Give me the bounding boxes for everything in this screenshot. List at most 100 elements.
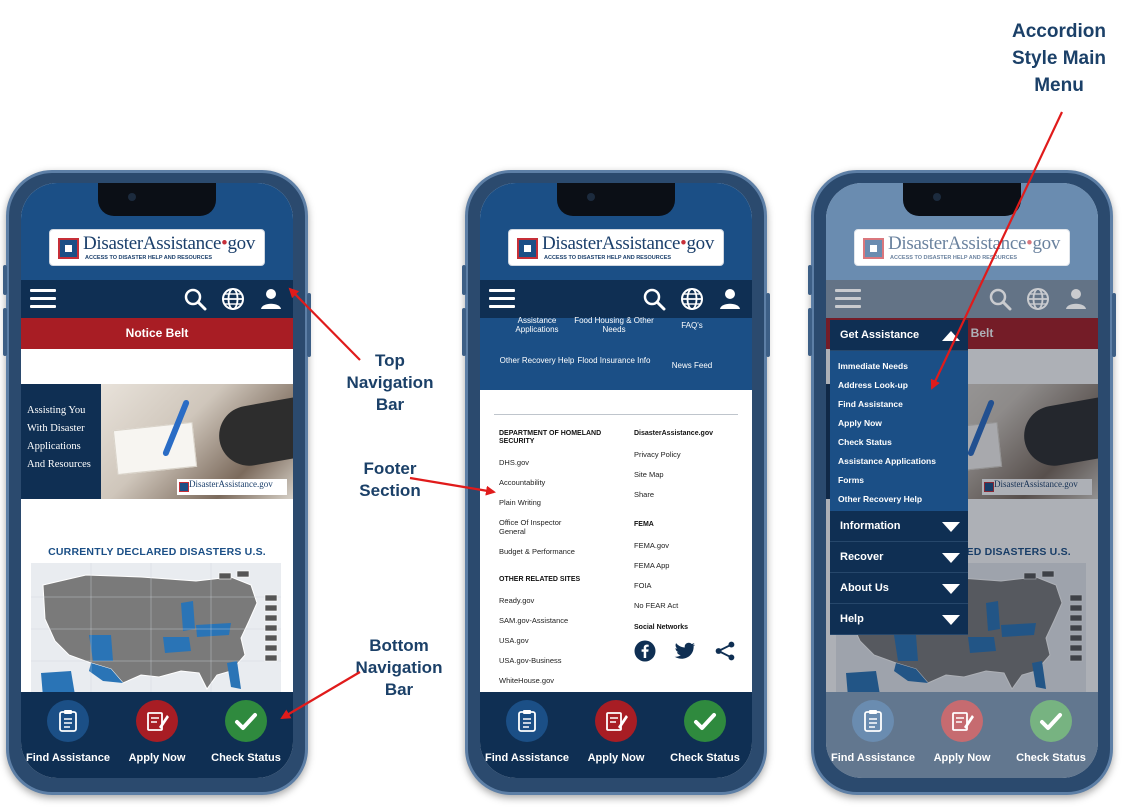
footer-link[interactable]: DHS.gov bbox=[499, 458, 604, 467]
accordion-main-menu: Get Assistance Immediate Needs Address L… bbox=[830, 320, 968, 635]
phone-home: DisasterAssistance•gov ACCESS TO DISASTE… bbox=[3, 170, 311, 795]
phone-side-button bbox=[462, 265, 466, 295]
phone-footer: DisasterAssistance•gov ACCESS TO DISASTE… bbox=[462, 170, 770, 795]
quick-link-other-recovery-help[interactable]: Other Recovery Help bbox=[497, 356, 577, 365]
quick-link-faqs[interactable]: FAQ's bbox=[652, 321, 732, 330]
submenu-item-other-recovery-help[interactable]: Other Recovery Help bbox=[830, 490, 968, 509]
menu-section-about-us[interactable]: About Us bbox=[830, 573, 968, 604]
footer-link[interactable]: Site Map bbox=[634, 470, 744, 479]
expand-arrow-icon bbox=[942, 584, 960, 594]
callout-footer-section: Footer Section bbox=[359, 459, 421, 500]
quick-link-flood-insurance[interactable]: Flood Insurance Info bbox=[574, 356, 654, 365]
footer-link[interactable]: FEMA.gov bbox=[634, 541, 744, 550]
phone-side-button bbox=[307, 293, 311, 357]
footer-link[interactable]: Plain Writing bbox=[499, 498, 604, 507]
footer-link[interactable]: Privacy Policy bbox=[634, 450, 744, 459]
phone-notch bbox=[557, 183, 675, 216]
related-sites-heading: OTHER RELATED SITES bbox=[499, 576, 581, 583]
quick-links-grid: Assistance Applications Food Housing & O… bbox=[480, 316, 752, 390]
form-pen-icon bbox=[595, 700, 637, 742]
footer-link[interactable]: FOIA bbox=[634, 581, 744, 590]
expand-arrow-icon bbox=[942, 615, 960, 625]
top-navigation-bar bbox=[21, 280, 293, 318]
footer-link[interactable]: Budget & Performance bbox=[499, 547, 604, 556]
submenu-item-find-assistance[interactable]: Find Assistance bbox=[830, 395, 968, 414]
share-icon[interactable] bbox=[714, 640, 736, 662]
social-heading: Social Networks bbox=[634, 624, 689, 631]
bottom-navigation-bar: Find Assistance Apply Now Check Status bbox=[21, 692, 293, 778]
clipboard-icon bbox=[506, 700, 548, 742]
menu-section-information[interactable]: Information bbox=[830, 511, 968, 542]
footer-link[interactable]: WhiteHouse.gov bbox=[499, 676, 604, 685]
menu-section-recover[interactable]: Recover bbox=[830, 542, 968, 573]
find-assistance-button[interactable]: Find Assistance bbox=[23, 700, 113, 764]
clipboard-icon bbox=[47, 700, 89, 742]
facebook-icon[interactable] bbox=[634, 640, 656, 662]
phone-side-button bbox=[808, 265, 812, 295]
logo-mark-icon bbox=[517, 238, 538, 259]
collapse-arrow-icon bbox=[942, 331, 960, 341]
notice-belt[interactable]: Notice Belt bbox=[21, 318, 293, 349]
phone-side-button bbox=[462, 308, 466, 356]
footer-section: DEPARTMENT OF HOMELAND SECURITY DHS.gov … bbox=[480, 390, 752, 692]
checkmark-icon bbox=[684, 700, 726, 742]
submenu-item-assistance-applications[interactable]: Assistance Applications bbox=[830, 452, 968, 471]
check-status-button[interactable]: Check Status bbox=[660, 700, 750, 764]
search-icon[interactable] bbox=[183, 287, 207, 311]
quick-link-assistance-applications[interactable]: Assistance Applications bbox=[497, 316, 577, 334]
footer-link[interactable]: Office Of Inspector General bbox=[499, 518, 579, 536]
phone-side-button bbox=[1112, 293, 1116, 357]
dhs-heading: DEPARTMENT OF HOMELAND SECURITY bbox=[499, 430, 602, 445]
hamburger-menu-icon[interactable] bbox=[30, 289, 56, 309]
footer-link[interactable]: Share bbox=[634, 490, 744, 499]
submenu-item-immediate-needs[interactable]: Immediate Needs bbox=[830, 357, 968, 376]
us-disaster-map[interactable] bbox=[31, 563, 281, 698]
apply-now-button[interactable]: Apply Now bbox=[571, 700, 661, 764]
phone-side-button bbox=[808, 308, 812, 356]
footer-link[interactable]: No FEAR Act bbox=[634, 601, 744, 610]
footer-link[interactable]: USA.gov bbox=[499, 636, 604, 645]
phone-notch bbox=[98, 183, 216, 216]
menu-section-help[interactable]: Help bbox=[830, 604, 968, 635]
check-status-button[interactable]: Check Status bbox=[201, 700, 291, 764]
footer-link[interactable]: Accountability bbox=[499, 478, 604, 487]
submenu-item-address-lookup[interactable]: Address Look-up bbox=[830, 376, 968, 395]
phone-screen: DisasterAssistance•gov ACCESS TO DISASTE… bbox=[826, 183, 1098, 778]
user-icon[interactable] bbox=[718, 287, 742, 311]
hero-banner[interactable]: Assisting YouWith DisasterApplicationsAn… bbox=[21, 384, 293, 499]
site-logo[interactable]: DisasterAssistance•gov ACCESS TO DISASTE… bbox=[508, 229, 724, 266]
globe-icon[interactable] bbox=[680, 287, 704, 311]
logo-name: DisasterAssistance•gov bbox=[542, 233, 715, 254]
logo-tagline: ACCESS TO DISASTER HELP AND RESOURCES bbox=[544, 255, 672, 261]
callout-accordion-menu: Accordion Style Main Menu bbox=[1012, 21, 1106, 96]
footer-link[interactable]: USA.gov-Business bbox=[499, 656, 604, 665]
hamburger-menu-icon[interactable] bbox=[489, 289, 515, 309]
submenu-item-check-status[interactable]: Check Status bbox=[830, 433, 968, 452]
footer-link[interactable]: FEMA App bbox=[634, 561, 744, 570]
bottom-navigation-bar: Find Assistance Apply Now Check Status bbox=[480, 692, 752, 778]
site-logo[interactable]: DisasterAssistance•gov ACCESS TO DISASTE… bbox=[49, 229, 265, 266]
footer-column-left: DEPARTMENT OF HOMELAND SECURITY DHS.gov … bbox=[499, 430, 604, 696]
submenu-item-forms[interactable]: Forms bbox=[830, 471, 968, 490]
top-navigation-bar bbox=[480, 280, 752, 318]
phone-screen: DisasterAssistance•gov ACCESS TO DISASTE… bbox=[480, 183, 752, 778]
quick-link-food-housing[interactable]: Food Housing & Other Needs bbox=[574, 316, 654, 334]
user-icon[interactable] bbox=[259, 287, 283, 311]
fema-heading: FEMA bbox=[634, 521, 654, 528]
search-icon[interactable] bbox=[642, 287, 666, 311]
quick-link-news-feed[interactable]: News Feed bbox=[652, 361, 732, 370]
dim-overlay bbox=[826, 692, 1098, 778]
twitter-icon[interactable] bbox=[674, 640, 696, 662]
logo-tagline: ACCESS TO DISASTER HELP AND RESOURCES bbox=[85, 255, 213, 261]
submenu-item-apply-now[interactable]: Apply Now bbox=[830, 414, 968, 433]
globe-icon[interactable] bbox=[221, 287, 245, 311]
apply-now-button[interactable]: Apply Now bbox=[112, 700, 202, 764]
footer-link[interactable]: Ready.gov bbox=[499, 596, 604, 605]
expand-arrow-icon bbox=[942, 522, 960, 532]
find-assistance-button[interactable]: Find Assistance bbox=[482, 700, 572, 764]
menu-section-get-assistance[interactable]: Get Assistance bbox=[830, 320, 968, 351]
footer-link[interactable]: SAM.gov-Assistance bbox=[499, 616, 604, 625]
phone-screen: DisasterAssistance•gov ACCESS TO DISASTE… bbox=[21, 183, 293, 778]
phone-menu: DisasterAssistance•gov ACCESS TO DISASTE… bbox=[808, 170, 1116, 795]
hero-photo: DisasterAssistance.gov bbox=[101, 384, 293, 499]
